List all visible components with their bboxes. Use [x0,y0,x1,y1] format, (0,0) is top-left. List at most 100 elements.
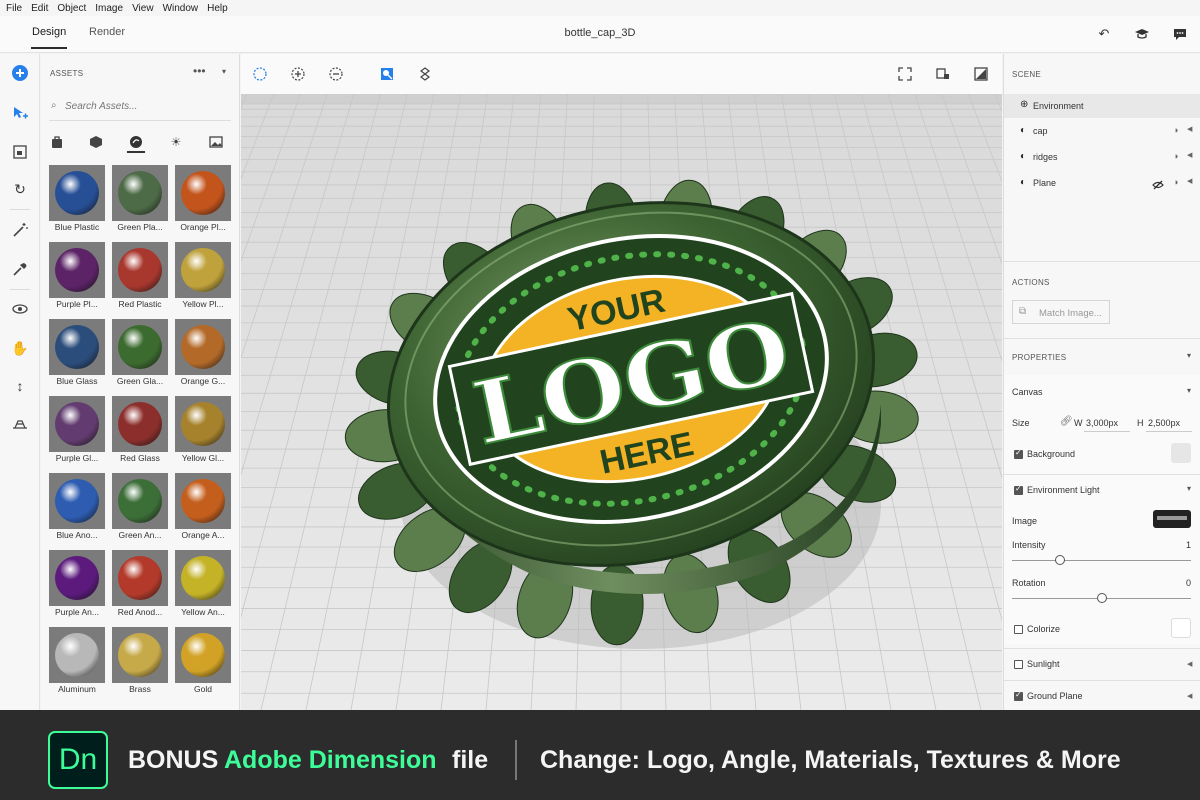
material-tile[interactable]: Blue Ano... [49,473,105,543]
height-field[interactable]: 2,500px [1148,418,1180,428]
search-input[interactable]: ⌕ Search Assets... [49,98,231,116]
chevron-down-icon[interactable]: ▾ [1187,484,1191,493]
images-tab-icon[interactable] [208,134,224,150]
background-color-swatch[interactable] [1171,443,1191,463]
group-icon[interactable] [417,66,433,82]
section-divider [1004,474,1200,475]
menu-object[interactable]: Object [57,3,86,14]
intensity-value[interactable]: 1 [1186,540,1191,550]
models-tab-icon[interactable] [49,134,65,150]
environment-image-thumbnail[interactable] [1153,510,1191,528]
material-thumbnail [49,627,105,683]
material-tile[interactable]: Green Pla... [112,165,168,235]
menu-edit[interactable]: Edit [31,3,48,14]
subtract-selection-icon[interactable] [328,66,344,82]
materials-cube-tab-icon[interactable] [88,134,104,150]
fit-view-icon[interactable] [897,66,913,82]
section-divider [1004,648,1200,649]
materials-tab-icon[interactable] [128,134,144,150]
material-tile[interactable]: Purple Gl... [49,396,105,466]
chevron-down-icon[interactable]: ▾ [222,67,226,76]
expand-arrow-icon[interactable]: ◀ [1187,151,1192,159]
material-tile[interactable]: Green Gla... [112,319,168,389]
expand-arrow-icon[interactable]: ◀ [1187,125,1192,133]
menu-image[interactable]: Image [95,3,123,14]
material-tile[interactable]: Yellow Gl... [175,396,231,466]
material-tile[interactable]: Blue Plastic [49,165,105,235]
orbit-tool-icon[interactable]: ↻ [10,179,30,199]
lights-tab-icon[interactable]: ☀ [168,134,184,150]
add-icon[interactable] [10,63,30,83]
material-sphere [118,248,162,292]
material-tile[interactable]: Blue Glass [49,319,105,389]
select-by-material-icon[interactable] [379,66,395,82]
scene-item-environment[interactable]: ⊕ Environment [1004,94,1200,118]
render-preview-icon[interactable] [973,66,989,82]
horizon-icon[interactable] [10,414,30,434]
pan-hand-icon[interactable]: ✋ [10,338,30,358]
camera-bookmark-icon[interactable] [935,66,951,82]
expand-arrow-icon[interactable]: ◀ [1187,177,1192,185]
frame-tool-icon[interactable] [10,142,30,162]
material-tile[interactable]: Yellow Pl... [175,242,231,312]
chevron-down-icon[interactable]: ▾ [1187,351,1191,360]
colorize-checkbox[interactable] [1014,625,1023,634]
material-tile[interactable]: Brass [112,627,168,697]
background-checkbox[interactable] [1014,448,1023,459]
material-thumbnail [112,165,168,221]
material-tile[interactable]: Green An... [112,473,168,543]
section-divider [1004,338,1200,339]
material-icon[interactable]: ◑ [1173,151,1178,161]
material-tile[interactable]: Red Anod... [112,550,168,620]
undo-icon[interactable]: ↶ [1096,26,1112,42]
hidden-eye-icon[interactable] [1152,177,1164,195]
material-sphere [181,248,225,292]
scene-item-cap[interactable]: ◐ cap ◑ ◀ [1004,120,1200,142]
dolly-icon[interactable]: ↕ [10,376,30,396]
select-tool-icon[interactable] [10,103,30,123]
feedback-icon[interactable] [1172,26,1188,42]
orbit-camera-icon[interactable] [10,299,30,319]
match-image-button[interactable]: ⧉ Match Image... [1012,300,1110,324]
3d-viewport[interactable]: YOUR LOGO HERE [241,94,1002,710]
link-icon[interactable]: 🔗︎ [1060,416,1073,427]
add-selection-icon[interactable] [290,66,306,82]
menu-file[interactable]: File [6,3,22,14]
width-field[interactable]: 3,000px [1086,418,1118,428]
material-tile[interactable]: Aluminum [49,627,105,697]
material-tile[interactable]: Purple An... [49,550,105,620]
eyedropper-icon[interactable] [10,259,30,279]
selection-circle-icon[interactable] [252,66,268,82]
material-label: Brass [129,684,151,694]
scene-item-ridges[interactable]: ◐ ridges ◑ ◀ [1004,146,1200,168]
expand-arrow-icon[interactable]: ◀ [1187,660,1192,668]
more-options-icon[interactable]: ••• [193,64,206,78]
material-tile[interactable]: Red Plastic [112,242,168,312]
scene-item-plane[interactable]: ◐ Plane ◑ ◀ [1004,172,1200,194]
learn-icon[interactable] [1134,26,1150,42]
colorize-color-swatch[interactable] [1171,618,1191,638]
material-tile[interactable]: Orange A... [175,473,231,543]
chevron-down-icon[interactable]: ▾ [1187,386,1191,395]
material-tile[interactable]: Yellow An... [175,550,231,620]
intensity-slider[interactable] [1012,560,1191,561]
promo-banner: Dn BONUS Adobe Dimension file Change: Lo… [0,710,1200,800]
rotation-value[interactable]: 0 [1186,578,1191,588]
menu-window[interactable]: Window [163,3,199,14]
ground-plane-checkbox[interactable] [1014,690,1023,701]
material-icon[interactable]: ◑ [1173,125,1178,135]
sunlight-checkbox[interactable] [1014,660,1023,669]
expand-arrow-icon[interactable]: ◀ [1187,692,1192,700]
environment-light-checkbox[interactable] [1014,484,1023,495]
material-tile[interactable]: Orange G... [175,319,231,389]
menu-view[interactable]: View [132,3,154,14]
magic-wand-icon[interactable] [10,220,30,240]
material-tile[interactable]: Gold [175,627,231,697]
material-icon[interactable]: ◑ [1173,177,1178,187]
intensity-slider-handle[interactable] [1055,555,1065,565]
menu-help[interactable]: Help [207,3,228,14]
material-tile[interactable]: Purple Pl... [49,242,105,312]
material-tile[interactable]: Red Glass [112,396,168,466]
material-tile[interactable]: Orange Pl... [175,165,231,235]
rotation-slider-handle[interactable] [1097,593,1107,603]
